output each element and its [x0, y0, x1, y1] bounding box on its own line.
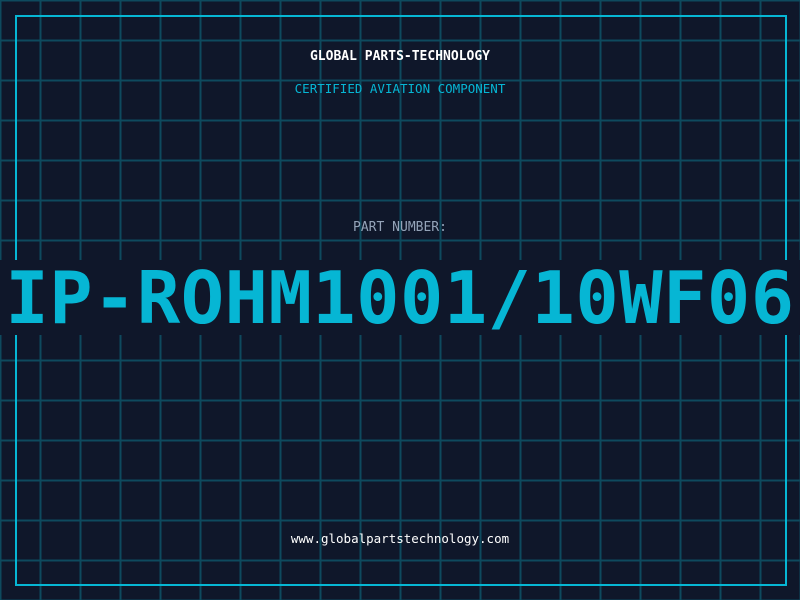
certification-subtitle: CERTIFIED AVIATION COMPONENT	[294, 81, 506, 96]
part-number-label: PART NUMBER:	[353, 220, 447, 235]
company-name: GLOBAL PARTS-TECHNOLOGY	[309, 49, 490, 64]
part-number: IP-ROHM1001/10WF06	[5, 256, 795, 340]
website-url: www.globalpartstechnology.com	[290, 531, 510, 546]
